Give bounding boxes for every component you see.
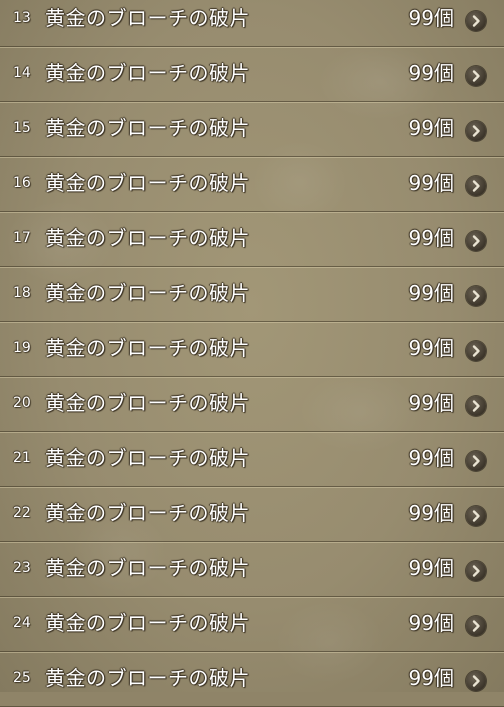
list-item[interactable]: 14 黄金のブローチの破片 99個 xyxy=(0,47,504,102)
chevron-right-icon[interactable] xyxy=(466,616,486,636)
list-item[interactable]: 18 黄金のブローチの破片 99個 xyxy=(0,267,504,322)
item-name: 黄金のブローチの破片 xyxy=(45,171,250,195)
item-name: 黄金のブローチの破片 xyxy=(45,391,250,415)
item-quantity: 99個 xyxy=(408,61,454,85)
item-name: 黄金のブローチの破片 xyxy=(45,6,250,30)
item-index: 17 xyxy=(13,230,31,246)
item-index: 20 xyxy=(13,395,31,411)
chevron-right-icon[interactable] xyxy=(466,286,486,306)
item-name: 黄金のブローチの破片 xyxy=(45,611,250,635)
item-index: 19 xyxy=(13,340,31,356)
list-item[interactable]: 22 黄金のブローチの破片 99個 xyxy=(0,487,504,542)
item-index: 25 xyxy=(13,670,31,686)
chevron-right-icon[interactable] xyxy=(466,341,486,361)
list-item[interactable]: 20 黄金のブローチの破片 99個 xyxy=(0,377,504,432)
list-item[interactable]: 23 黄金のブローチの破片 99個 xyxy=(0,542,504,597)
item-index: 16 xyxy=(13,175,31,191)
item-quantity: 99個 xyxy=(408,666,454,690)
item-name: 黄金のブローチの破片 xyxy=(45,226,250,250)
item-quantity: 99個 xyxy=(408,6,454,30)
item-name: 黄金のブローチの破片 xyxy=(45,281,250,305)
list-item[interactable]: 24 黄金のブローチの破片 99個 xyxy=(0,597,504,652)
chevron-right-icon[interactable] xyxy=(466,11,486,31)
chevron-right-icon[interactable] xyxy=(466,561,486,581)
chevron-right-icon[interactable] xyxy=(466,231,486,251)
item-name: 黄金のブローチの破片 xyxy=(45,336,250,360)
item-name: 黄金のブローチの破片 xyxy=(45,556,250,580)
item-index: 24 xyxy=(13,615,31,631)
list-item[interactable]: 13 黄金のブローチの破片 99個 xyxy=(0,0,504,47)
chevron-right-icon[interactable] xyxy=(466,121,486,141)
item-quantity: 99個 xyxy=(408,391,454,415)
item-name: 黄金のブローチの破片 xyxy=(45,501,250,525)
item-index: 15 xyxy=(13,120,31,136)
chevron-right-icon[interactable] xyxy=(466,66,486,86)
chevron-right-icon[interactable] xyxy=(466,451,486,471)
item-index: 21 xyxy=(13,450,31,466)
item-name: 黄金のブローチの破片 xyxy=(45,666,250,690)
item-quantity: 99個 xyxy=(408,611,454,635)
item-index: 13 xyxy=(13,10,31,26)
chevron-right-icon[interactable] xyxy=(466,506,486,526)
item-quantity: 99個 xyxy=(408,556,454,580)
item-index: 22 xyxy=(13,505,31,521)
item-name: 黄金のブローチの破片 xyxy=(45,446,250,470)
chevron-right-icon[interactable] xyxy=(466,396,486,416)
item-quantity: 99個 xyxy=(408,171,454,195)
list-item[interactable]: 21 黄金のブローチの破片 99個 xyxy=(0,432,504,487)
list-item[interactable]: 15 黄金のブローチの破片 99個 xyxy=(0,102,504,157)
item-quantity: 99個 xyxy=(408,446,454,470)
item-index: 18 xyxy=(13,285,31,301)
chevron-right-icon[interactable] xyxy=(466,176,486,196)
chevron-right-icon[interactable] xyxy=(466,671,486,691)
item-quantity: 99個 xyxy=(408,116,454,140)
item-name: 黄金のブローチの破片 xyxy=(45,61,250,85)
list-item[interactable]: 17 黄金のブローチの破片 99個 xyxy=(0,212,504,267)
item-index: 14 xyxy=(13,65,31,81)
item-list: 13 黄金のブローチの破片 99個 14 黄金のブローチの破片 99個 15 黄… xyxy=(0,0,504,707)
item-index: 23 xyxy=(13,560,31,576)
item-quantity: 99個 xyxy=(408,281,454,305)
list-item[interactable]: 16 黄金のブローチの破片 99個 xyxy=(0,157,504,212)
item-name: 黄金のブローチの破片 xyxy=(45,116,250,140)
item-quantity: 99個 xyxy=(408,501,454,525)
list-item[interactable]: 19 黄金のブローチの破片 99個 xyxy=(0,322,504,377)
item-quantity: 99個 xyxy=(408,336,454,360)
item-quantity: 99個 xyxy=(408,226,454,250)
